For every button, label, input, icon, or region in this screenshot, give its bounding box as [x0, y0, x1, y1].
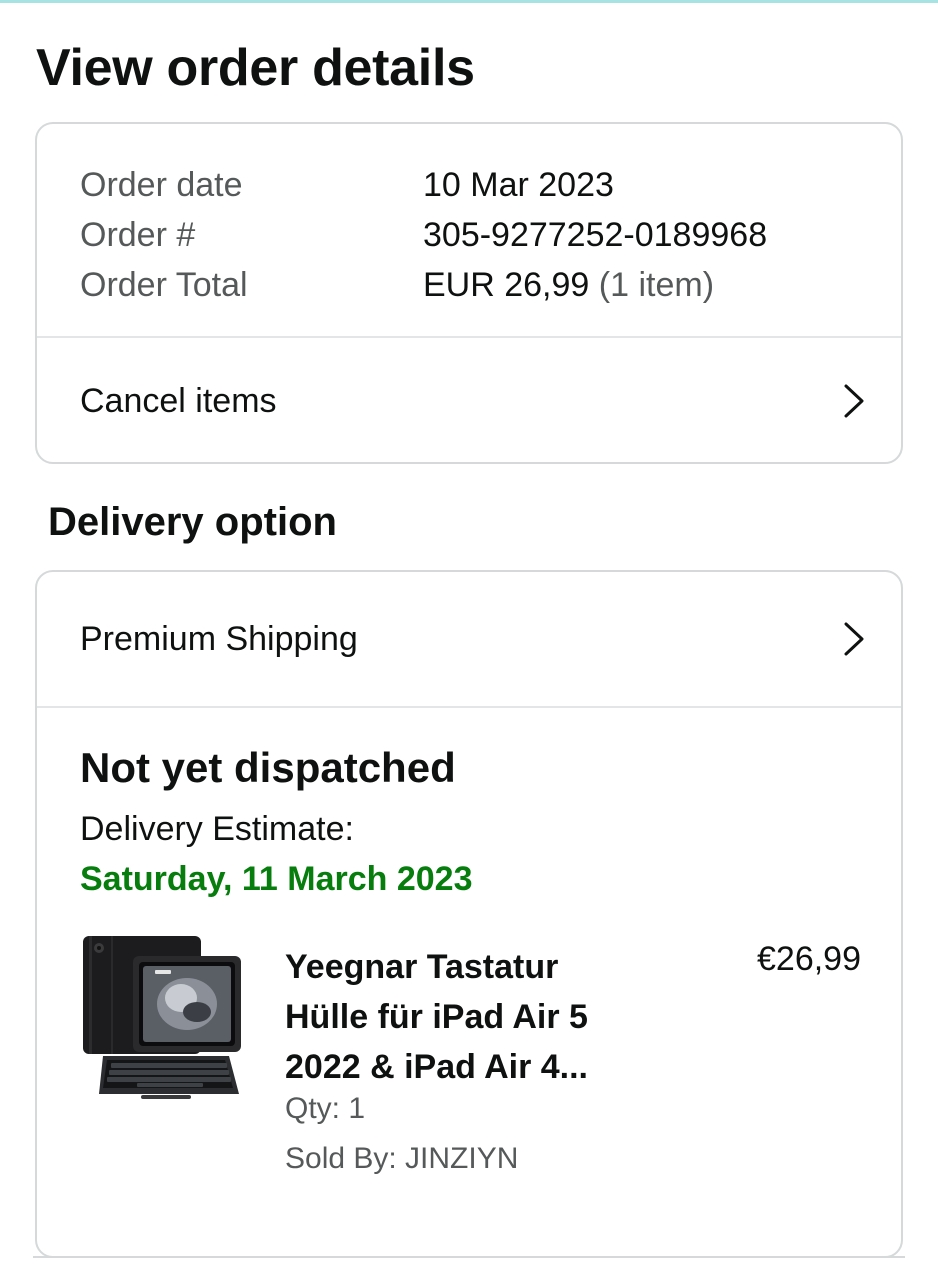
delivery-divider [37, 706, 901, 708]
product-title-line: 2022 & iPad Air 4... [285, 1048, 588, 1086]
delivery-estimate-date: Saturday, 11 March 2023 [80, 860, 473, 898]
order-number-row: Order # 305-9277252-0189968 [80, 210, 767, 260]
order-total-row: Order Total EUR 26,99 (1 item) [80, 260, 767, 310]
product-price: €26,99 [757, 940, 861, 978]
order-number-label: Order # [80, 215, 196, 254]
order-total-value: EUR 26,99 (1 item) [423, 266, 714, 305]
tablet-keyboard-case-image[interactable] [81, 934, 245, 1102]
order-item[interactable]: Yeegnar Tastatur Hülle für iPad Air 5 20… [81, 934, 861, 1184]
chevron-right-icon [844, 622, 864, 656]
delivery-option-title: Delivery option [48, 500, 337, 544]
order-number-value: 305-9277252-0189968 [423, 215, 768, 254]
delivery-card: Premium Shipping Not yet dispatched Deli… [35, 570, 903, 1258]
order-total-amount: EUR 26,99 [423, 265, 590, 304]
top-accent-bar [0, 0, 938, 3]
cancel-items-button[interactable]: Cancel items [37, 338, 901, 462]
order-date-value: 10 Mar 2023 [423, 165, 614, 204]
order-summary-card: Order date 10 Mar 2023 Order # 305-92772… [35, 122, 903, 464]
premium-shipping-label: Premium Shipping [80, 619, 358, 658]
page-title: View order details [36, 39, 475, 97]
order-total-label: Order Total [80, 265, 248, 304]
order-date-label: Order date [80, 165, 243, 204]
product-title[interactable]: Yeegnar Tastatur Hülle für iPad Air 5 20… [285, 942, 645, 1092]
product-quantity: Qty: 1 [285, 1092, 366, 1125]
bottom-divider [33, 1256, 905, 1258]
product-seller: Sold By: JINZIYN [285, 1142, 519, 1175]
order-date-row: Order date 10 Mar 2023 [80, 160, 767, 210]
premium-shipping-button[interactable]: Premium Shipping [37, 572, 901, 706]
product-title-line: Hülle für iPad Air 5 [285, 998, 588, 1036]
chevron-right-icon [844, 384, 864, 418]
cancel-items-label: Cancel items [80, 381, 277, 420]
order-summary-rows: Order date 10 Mar 2023 Order # 305-92772… [80, 160, 767, 310]
shipment-status-title: Not yet dispatched [80, 744, 456, 791]
order-item-count: (1 item) [598, 265, 715, 304]
product-title-line: Yeegnar Tastatur [285, 948, 559, 986]
delivery-estimate-label: Delivery Estimate: [80, 810, 354, 848]
